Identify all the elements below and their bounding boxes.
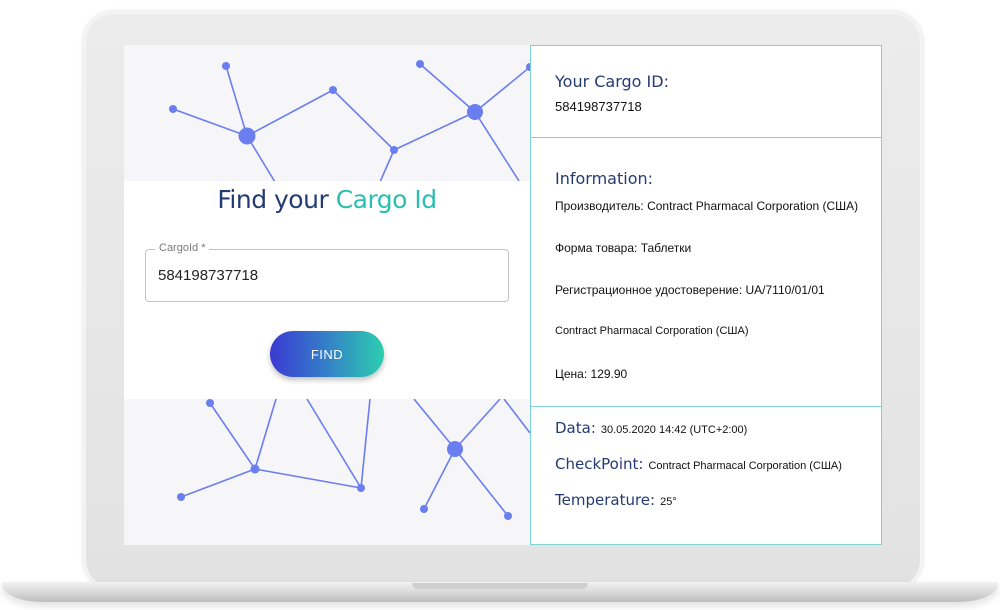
tracking-section: Data: 30.05.2020 14:42 (UTC+2:00) CheckPo… (531, 407, 882, 545)
title-main: Find your (217, 185, 329, 214)
search-pane: Find your Cargo Id CargoId * FIND (124, 45, 530, 545)
laptop-notch (412, 583, 588, 589)
laptop-frame: Find your Cargo Id CargoId * FIND Your C… (0, 0, 1000, 610)
title-accent: Cargo Id (335, 185, 437, 214)
tracking-checkpoint-row: CheckPoint: Contract Pharmacal Corporatio… (555, 455, 842, 473)
cargo-id-section: Your Cargo ID: 584198737718 (531, 46, 882, 138)
info-price: Цена: 129.90 (555, 367, 628, 381)
cargo-id-value: 584198737718 (555, 99, 642, 114)
cargo-id-label: CargoId * (155, 242, 210, 254)
information-heading: Information: (555, 169, 654, 188)
checkpoint-label: CheckPoint: (555, 455, 644, 473)
date-value: 30.05.2020 14:42 (UTC+2:00) (600, 424, 748, 436)
temperature-label: Temperature: (555, 491, 656, 509)
search-card: Find your Cargo Id CargoId * FIND (124, 181, 530, 399)
temperature-value: 25° (660, 496, 677, 508)
cargo-id-input[interactable] (158, 267, 488, 284)
cargo-id-field[interactable]: CargoId * (145, 242, 509, 302)
tracking-date-row: Data: 30.05.2020 14:42 (UTC+2:00) (555, 419, 747, 437)
find-button[interactable]: FIND (270, 331, 384, 377)
information-section: Information: Производитель: Contract Pha… (531, 138, 882, 407)
screen: Find your Cargo Id CargoId * FIND Your C… (124, 45, 882, 545)
info-form: Форма товара: Таблетки (555, 241, 692, 255)
cargo-id-heading: Your Cargo ID: (555, 72, 669, 91)
date-label: Data: (555, 419, 596, 437)
info-registration: Регистрационное удостоверение: UA/7110/0… (555, 283, 825, 297)
checkpoint-value: Contract Pharmacal Corporation (США) (648, 460, 842, 472)
tracking-temperature-row: Temperature: 25° (555, 491, 677, 509)
info-company: Contract Pharmacal Corporation (США) (555, 325, 749, 337)
page-title: Find your Cargo Id (124, 185, 530, 214)
info-manufacturer: Производитель: Contract Pharmacal Corpor… (555, 199, 859, 213)
result-pane: Your Cargo ID: 584198737718 Information:… (530, 45, 882, 545)
